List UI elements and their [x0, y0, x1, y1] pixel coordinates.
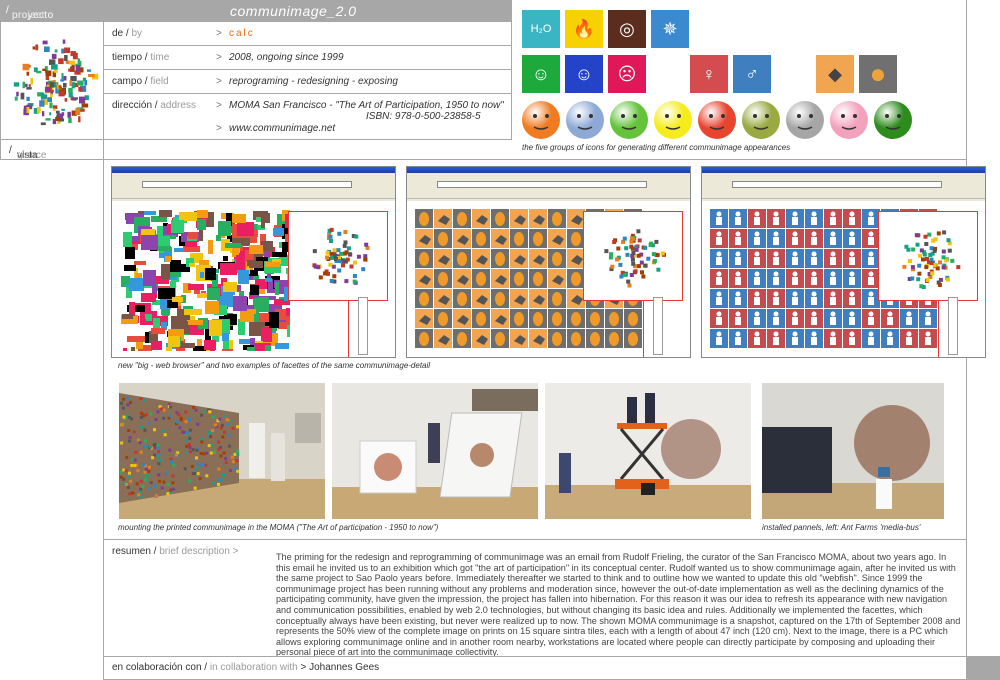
globe-icon: ◎ [608, 10, 646, 48]
time-label-en: time [150, 52, 170, 63]
face-red-icon [698, 101, 736, 139]
angry-icon: ☹ [608, 55, 646, 93]
arrow: > [232, 546, 239, 557]
face-blue-icon [566, 101, 604, 139]
info-row-field: campo / field > reprograming - redesigni… [104, 70, 512, 94]
bird-icon: ◆ [816, 55, 854, 93]
collaborator-name[interactable]: Johannes Gees [309, 662, 379, 673]
fan-icon: ✵ [651, 10, 689, 48]
neutral-icon: ☺ [565, 55, 603, 93]
woman-icon: ♀ [690, 55, 728, 93]
collaboration-row: en colaboración con / in collaboration w… [112, 662, 380, 673]
by-label: de [112, 28, 124, 39]
website-link[interactable]: www.communimage.net [229, 123, 335, 134]
info-row-by: de / by > calc [104, 22, 512, 46]
field-label: campo [112, 76, 143, 87]
face-olive-icon [742, 101, 780, 139]
project-label-en: project [12, 10, 45, 21]
arrow: > [216, 123, 222, 134]
isbn-value: ISBN: 978-0-500-23858-5 [366, 111, 481, 122]
face-green-icon [610, 101, 648, 139]
browser-screenshot-main [111, 166, 396, 358]
by-label-en: by [131, 28, 143, 39]
photo-scissor-lift [545, 383, 751, 519]
icons-caption: the five groups of icons for generating … [522, 143, 791, 152]
address-label-en: address [160, 100, 196, 111]
project-thumbnail [0, 22, 104, 140]
summary-label-es: resumen [112, 546, 151, 557]
arrow: > [216, 76, 222, 87]
photo-mounting-panels [332, 383, 538, 519]
summary-text: The priming for the redesign and reprogr… [276, 552, 961, 658]
face-darkgreen-icon [874, 101, 912, 139]
address-value: MOMA San Francisco - "The Art of Partici… [229, 100, 504, 111]
egg-icon: ● [859, 55, 897, 93]
water-icon: H₂O [522, 10, 560, 48]
arrow: > [300, 662, 307, 673]
time-label: tiempo [112, 52, 143, 63]
fire-icon: 🔥 [565, 10, 603, 48]
field-value: reprograming - redesigning - exposing [229, 76, 398, 87]
vista-label-en: glance [17, 150, 47, 161]
address-label: dirección [112, 100, 153, 111]
arrow: > [216, 28, 222, 39]
collab-label: en colaboración con [112, 662, 202, 673]
man-icon: ♂ [733, 55, 771, 93]
page-title: communimage_2.0 [230, 3, 357, 19]
info-row-time: tiempo / time > 2008, ongoing since 1999 [104, 46, 512, 70]
bottom-right-bar [966, 656, 1000, 680]
happy-icon: ☺ [522, 55, 560, 93]
info-row-address: dirección / address > MOMA San Francisco… [104, 94, 512, 140]
summary-label-en: brief description [159, 546, 230, 557]
arrow: > [216, 52, 222, 63]
arrow: > [216, 100, 222, 111]
title-bar: communimage_2.0 [104, 0, 512, 22]
browsers-caption: new "big - web browser" and two examples… [118, 361, 431, 370]
field-label-en: field [150, 76, 169, 87]
face-gray-icon [786, 101, 824, 139]
collab-label-en: in collaboration with [209, 662, 298, 673]
project-bar: proyecto / project [0, 0, 104, 22]
time-value: 2008, ongoing since 1999 [229, 52, 344, 63]
photo-mounting-wall [119, 383, 325, 519]
face-yellow-icon [654, 101, 692, 139]
by-value[interactable]: calc [229, 28, 255, 39]
summary-label: resumen / brief description > [112, 546, 239, 557]
face-orange-icon [522, 101, 560, 139]
photos-caption-mounting: mounting the printed communimage in the … [118, 523, 439, 532]
left-margin [0, 160, 104, 680]
browser-screenshot-facette-bird-egg [406, 166, 691, 358]
vista-tab: vista / glance [0, 140, 104, 161]
face-pink-icon [830, 101, 868, 139]
photo-installed-panels [762, 383, 944, 519]
photos-caption-installed: installed pannels, left: Ant Farms 'medi… [762, 523, 921, 532]
browser-screenshot-facette-gender [701, 166, 986, 358]
